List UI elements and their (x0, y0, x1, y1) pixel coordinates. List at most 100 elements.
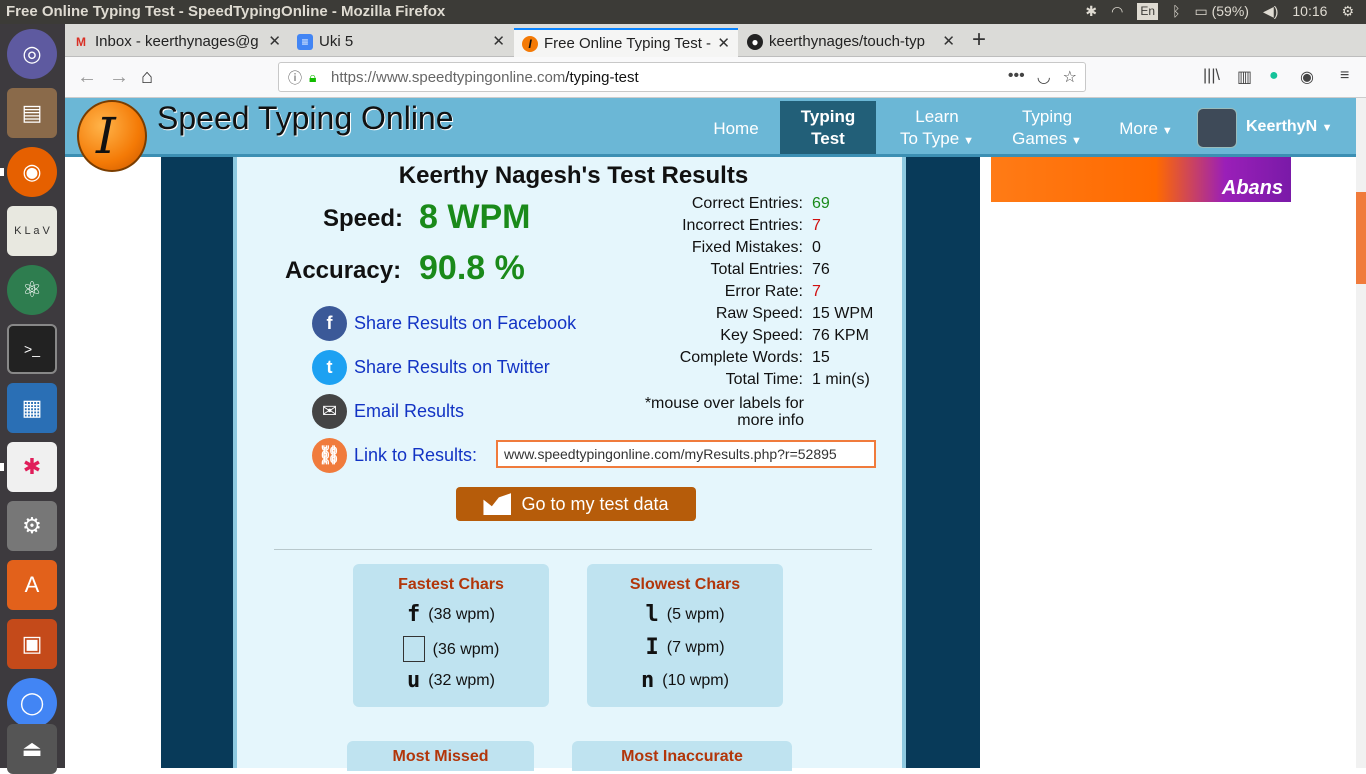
os-top-bar: Free Online Typing Test - SpeedTypingOnl… (0, 0, 1366, 24)
clock[interactable]: 10:16 (1292, 3, 1327, 20)
software-center-icon[interactable]: A (7, 560, 57, 610)
system-tray: ✱ ◠ En ᛒ ▭ (59%) ◀) 10:16 ⚙ (1085, 3, 1354, 20)
url-text[interactable]: https://www.speedtypingonline.com/typing… (331, 69, 639, 86)
github-icon: ● (747, 34, 763, 50)
stat-label[interactable]: Complete Words: (680, 349, 803, 367)
scrollbar-thumb[interactable] (1356, 192, 1366, 284)
space-char-box (402, 636, 425, 662)
site-logo-icon[interactable]: I (77, 100, 147, 172)
stat-label[interactable]: Incorrect Entries: (682, 217, 803, 235)
site-name[interactable]: Speed Typing Online (157, 100, 454, 137)
tab-uki[interactable]: ≡ Uki 5 ✕ (289, 28, 513, 57)
accuracy-label[interactable]: Accuracy: (285, 257, 401, 285)
ubuntu-dash-icon[interactable]: ◎ (7, 29, 57, 79)
window-title: Free Online Typing Test - SpeedTypingOnl… (6, 3, 446, 20)
chevron-down-icon: ▼ (1321, 122, 1333, 134)
firefox-icon[interactable]: ◉ (7, 147, 57, 197)
keyboard-app-icon[interactable]: K L a V (7, 206, 57, 256)
most-inaccurate-title: Most Inaccurate (572, 741, 792, 771)
sidebar-icon[interactable]: ▥ (1237, 67, 1252, 87)
list-item: f (38 wpm) (407, 602, 495, 627)
list-item: u (32 wpm) (407, 668, 495, 693)
stat-label[interactable]: Raw Speed: (716, 305, 803, 323)
library-icon[interactable]: |||\ (1203, 67, 1220, 85)
terminal-icon[interactable]: >_ (7, 324, 57, 374)
wifi-icon[interactable]: ◠ (1111, 3, 1123, 20)
atom-icon[interactable]: ⚛ (7, 265, 57, 315)
fastest-chars-title: Fastest Chars (398, 576, 504, 593)
chevron-down-icon: ▼ (1161, 125, 1173, 137)
stat-value: 7 (812, 217, 821, 234)
stat-value: 15 WPM (812, 305, 874, 322)
settings-icon[interactable]: ⚙ (7, 501, 57, 551)
browser-tab-bar: M Inbox - keerthynages@g ✕ ≡ Uki 5 ✕ I F… (65, 24, 1366, 57)
info-icon[interactable]: ⓘ (288, 68, 302, 88)
back-icon[interactable]: ← (77, 66, 97, 89)
slack-tray-icon[interactable]: ✱ (1085, 3, 1097, 20)
sto-icon: I (522, 36, 538, 52)
usb-drive-icon[interactable]: ⏏ (7, 724, 57, 774)
close-icon[interactable]: ✕ (268, 32, 281, 50)
tab-gmail[interactable]: M Inbox - keerthynages@g ✕ (65, 28, 289, 57)
home-icon[interactable]: ⌂ (141, 66, 153, 89)
stat-label[interactable]: Correct Entries: (692, 195, 803, 213)
stat-label[interactable]: Total Entries: (711, 261, 803, 279)
tab-github[interactable]: ● keerthynages/touch-typ ✕ (739, 28, 963, 57)
share-facebook-link[interactable]: f Share Results on Facebook (312, 305, 576, 341)
stat-label[interactable]: Key Speed: (720, 327, 803, 345)
pocket-icon[interactable]: ◡ (1037, 67, 1051, 87)
tab-typing-test[interactable]: I Free Online Typing Test - ✕ (514, 28, 738, 57)
slack-icon[interactable]: ✱ (7, 442, 57, 492)
nav-typing-games[interactable]: Typing Games ▼ (1005, 101, 1089, 154)
link-to-results[interactable]: ⛓ Link to Results: (312, 437, 477, 473)
account-icon[interactable]: ◉ (1300, 67, 1314, 87)
page-actions-icon[interactable]: ••• (1008, 67, 1025, 87)
new-tab-icon[interactable]: + (972, 26, 986, 54)
nav-home[interactable]: Home (705, 101, 767, 154)
slowest-chars-box: Slowest Chars l (5 wpm) I (7 wpm) n (10 wpm… (587, 564, 783, 707)
bookmark-star-icon[interactable]: ☆ (1063, 67, 1077, 87)
close-icon[interactable]: ✕ (717, 34, 730, 52)
chevron-down-icon: ▼ (963, 135, 975, 147)
results-url-field[interactable]: www.speedtypingonline.com/myResults.php?… (496, 440, 876, 468)
files-icon[interactable]: ▤ (7, 88, 57, 138)
nav-learn-to-type[interactable]: Learn To Type ▼ (891, 101, 983, 154)
volume-icon[interactable]: ◀) (1263, 3, 1278, 20)
power-gear-icon[interactable]: ⚙ (1341, 3, 1354, 20)
menu-icon[interactable]: ≡ (1340, 67, 1349, 85)
stat-row: Error Rate: 7 (637, 283, 937, 305)
advertisement-banner[interactable]: Abans (991, 157, 1291, 202)
slowest-chars-title: Slowest Chars (629, 576, 741, 593)
impress-icon[interactable]: ▣ (7, 619, 57, 669)
list-item: n (10 wpm) (641, 668, 729, 693)
url-bar[interactable]: ⓘ 🔒︎ https://www.speedtypingonline.com/t… (278, 62, 1086, 92)
bluetooth-icon[interactable]: ᛒ (1172, 3, 1180, 20)
stat-label[interactable]: Error Rate: (725, 283, 803, 301)
close-icon[interactable]: ✕ (492, 32, 505, 50)
speed-value: 8 WPM (419, 198, 531, 236)
stat-value: 0 (812, 239, 821, 256)
keyboard-language[interactable]: En (1137, 3, 1159, 20)
stat-row: Correct Entries: 69 (637, 195, 937, 217)
nav-more[interactable]: More ▼ (1110, 101, 1182, 154)
user-menu[interactable]: KeerthyN ▼ (1246, 118, 1332, 136)
nav-typing-test[interactable]: Typing Test (780, 101, 876, 154)
email-results-link[interactable]: ✉ Email Results (312, 393, 464, 429)
stat-label[interactable]: Fixed Mistakes: (692, 239, 803, 257)
forward-icon[interactable]: → (109, 66, 129, 89)
list-item: l (5 wpm) (645, 602, 725, 627)
grammarly-icon[interactable]: ● (1269, 67, 1279, 85)
chrome-icon[interactable]: ◯ (7, 678, 57, 728)
lock-icon[interactable]: 🔒︎ (309, 69, 321, 85)
stat-label[interactable]: Total Time: (726, 371, 803, 389)
battery-indicator[interactable]: ▭ (59%) (1194, 3, 1248, 20)
avatar[interactable] (1197, 108, 1237, 148)
speed-label[interactable]: Speed: (323, 205, 403, 233)
share-twitter-link[interactable]: t Share Results on Twitter (312, 349, 550, 385)
close-icon[interactable]: ✕ (942, 32, 955, 50)
running-indicator (0, 463, 4, 471)
writer-icon[interactable]: ▦ (7, 383, 57, 433)
go-to-test-data-button[interactable]: Go to my test data (456, 487, 696, 521)
browser-nav-bar: ← → ⌂ ⓘ 🔒︎ https://www.speedtypingonline… (65, 57, 1366, 98)
chain-link-icon: ⛓ (312, 437, 347, 473)
